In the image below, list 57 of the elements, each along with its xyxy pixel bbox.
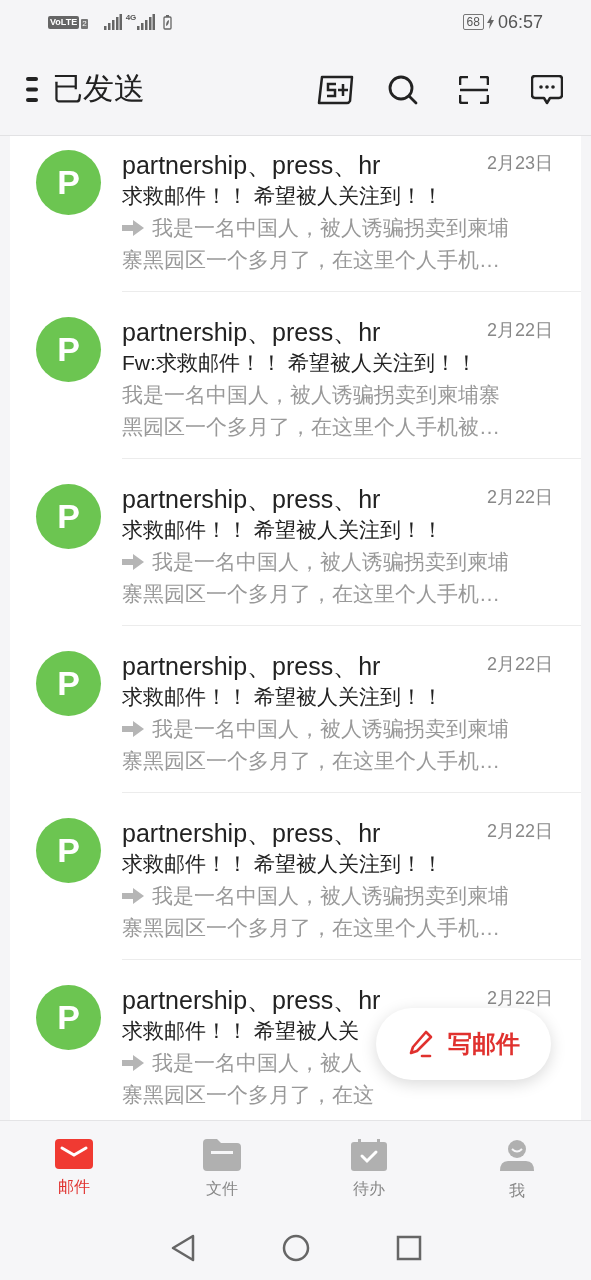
pencil-icon <box>407 1030 434 1058</box>
email-preview: 我是一名中国人，被人诱骗拐卖到柬埔 寨黑园区一个多月了，在这里个人手机… <box>122 549 509 607</box>
battery-level: 68 <box>462 14 484 30</box>
nav-tab[interactable]: 我 <box>443 1121 591 1215</box>
avatar: P <box>36 317 101 382</box>
sender-name: partnership、press、hr <box>122 651 381 681</box>
page-title: 已发送 <box>52 70 145 109</box>
sender-name: partnership、press、hr <box>122 484 381 514</box>
email-date: 2月22日 <box>486 820 553 843</box>
sim-badge: 2 <box>81 19 88 29</box>
scan-icon[interactable] <box>459 75 489 104</box>
battery-saver-icon <box>163 14 173 30</box>
email-subject: 求救邮件！！ 希望被人关注到！！ <box>122 684 443 710</box>
email-subject: 求救邮件！！ 希望被人关 <box>122 1018 359 1044</box>
chat-icon[interactable] <box>531 74 563 105</box>
email-subject: 求救邮件！！ 希望被人关注到！！ <box>122 517 443 543</box>
email-date: 2月22日 <box>486 987 553 1010</box>
charging-icon <box>486 15 494 29</box>
email-preview: 我是一名中国人，被人诱骗拐卖到柬埔 寨黑园区一个多月了，在这里个人手机… <box>122 883 509 941</box>
avatar: P <box>36 818 101 883</box>
sender-name: partnership、press、hr <box>122 317 381 347</box>
network-type: 4G <box>125 12 137 24</box>
email-date: 2月23日 <box>486 152 553 175</box>
calendar-check-icon <box>351 1139 388 1171</box>
sender-name: partnership、press、hr <box>122 150 381 180</box>
email-date: 2月22日 <box>486 319 553 342</box>
email-date: 2月22日 <box>486 486 553 509</box>
add-s-icon[interactable] <box>317 74 355 105</box>
avatar: P <box>36 150 101 215</box>
person-icon <box>500 1139 535 1173</box>
menu-icon[interactable] <box>26 77 38 102</box>
clock-time: 06:57 <box>497 10 543 34</box>
email-preview: 我是一名中国人，被人 寨黑园区一个多月了，在这 <box>122 1050 374 1108</box>
sender-name: partnership、press、hr <box>122 818 381 848</box>
home-icon[interactable] <box>281 1233 310 1262</box>
nav-tab[interactable]: 待办 <box>295 1121 444 1215</box>
avatar: P <box>36 651 101 716</box>
signal-icon <box>103 14 122 30</box>
nav-tab[interactable]: 邮件 <box>0 1121 148 1215</box>
avatar: P <box>36 484 101 549</box>
email-preview: 我是一名中国人，被人诱骗拐卖到柬埔 寨黑园区一个多月了，在这里个人手机… <box>122 716 509 774</box>
avatar: P <box>36 985 101 1050</box>
recents-icon[interactable] <box>395 1234 422 1261</box>
email-subject: Fw:求救邮件！！ 希望被人关注到！！ <box>122 350 477 376</box>
nav-tab[interactable]: 文件 <box>147 1121 296 1215</box>
email-subject: 求救邮件！！ 希望被人关注到！！ <box>122 183 443 209</box>
email-preview: 我是一名中国人，被人诱骗拐卖到柬埔寨 黑园区一个多月了，在这里个人手机被… <box>122 382 500 440</box>
email-preview: 我是一名中国人，被人诱骗拐卖到柬埔 寨黑园区一个多月了，在这里个人手机… <box>122 215 509 273</box>
email-date: 2月22日 <box>486 653 553 676</box>
back-icon[interactable] <box>169 1233 196 1262</box>
search-icon[interactable] <box>387 73 419 106</box>
volte-badge: VoLTE <box>48 15 80 29</box>
email-subject: 求救邮件！！ 希望被人关注到！！ <box>122 851 443 877</box>
compose-button[interactable]: 写邮件 <box>376 1008 551 1080</box>
envelope-icon <box>54 1139 93 1169</box>
folder-icon <box>202 1139 241 1171</box>
signal-icon <box>137 14 156 30</box>
